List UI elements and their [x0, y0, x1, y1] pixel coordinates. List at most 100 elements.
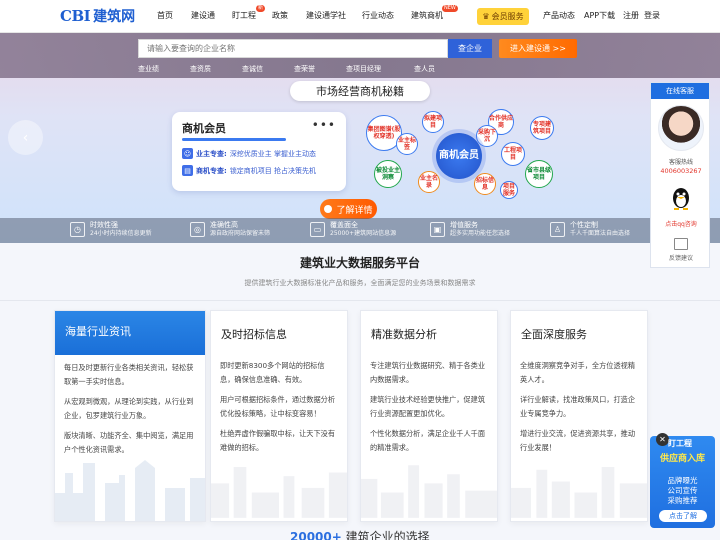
feature-title: 个性定制: [570, 221, 598, 229]
divider: [0, 300, 720, 301]
cta-text: 建筑企业的选择: [345, 530, 430, 540]
more-dots-icon: •••: [311, 118, 336, 132]
bubble-special-project: 专项建筑项目: [530, 116, 554, 140]
feature-desc: 千人千面算法自由选择: [570, 230, 631, 237]
qq-penguin-icon[interactable]: [671, 187, 691, 211]
top-navigation: CBI 建筑网 首页 建设通 盯工程 新 政策 建设通学社 行业动态 建筑商机 …: [0, 0, 720, 33]
section-subtitle: 提供建筑行业大数据标准化产品和服务，全面满足您的业务场景和数据需求: [244, 279, 476, 287]
online-service-panel: 在线客服 客服热线 4006003267 点击qq咨询 反馈建议: [650, 82, 710, 268]
bubble-project-service: 项目服务: [500, 181, 518, 199]
card-deep-service[interactable]: 全面深度服务 全维度洞察竞争对手，全方位透视精英人才。 详行业解读，找准政策风口…: [510, 310, 648, 522]
quick-link-honor[interactable]: 查荣誉: [294, 64, 315, 74]
supplier-promo-float[interactable]: ✕ 盯工程 供应商入库 品牌曝光 公司宣传 采购推荐 点击了解: [650, 433, 715, 528]
feature-title: 时效性强: [90, 221, 118, 229]
member-feature-opportunity: ▤ 商机专查: 锁定商机项目 抢占决策先机: [182, 165, 316, 176]
vip-service-button[interactable]: ♛ 会员服务: [477, 8, 529, 25]
bubble-owner-list: 业主名录: [418, 171, 440, 193]
bubble-planned-project: 拟建项目: [422, 111, 444, 133]
card-paragraph: 每日及时更新行业各类相关资讯，轻松获取第一手实时信息。: [64, 363, 194, 386]
user-icon: ♙: [550, 222, 565, 237]
feature-title: 增值服务: [450, 221, 478, 229]
gift-icon: ▣: [430, 222, 445, 237]
learn-more-button[interactable]: 了解详情: [320, 199, 377, 219]
card-title: 及时招标信息: [221, 328, 287, 341]
login-link[interactable]: 登录: [644, 10, 660, 21]
card-paragraph: 全维度洞察竞争对手，全方位透视精英人才。: [520, 361, 636, 384]
feature-timeliness: ◷ 时效性强 24小时内持续信息更新: [70, 221, 152, 238]
company-search-input[interactable]: [138, 39, 448, 58]
document-icon: ▤: [182, 165, 193, 176]
opportunity-text: 锁定商机项目 抢占决策先机: [229, 166, 317, 175]
feature-desc: 24小时内持续信息更新: [90, 230, 152, 237]
nav-item-app-download[interactable]: APP下载: [584, 10, 615, 21]
skyline-illustration: [511, 467, 647, 518]
promo-line: 采购推荐: [667, 496, 698, 505]
banner-title: 市场经营商机秘籍: [290, 81, 430, 101]
target-icon: ◎: [190, 222, 205, 237]
feature-desc: 源自政府网站保留未筛: [210, 230, 271, 237]
promo-line: 公司宣传: [667, 486, 698, 495]
nav-item-academy[interactable]: 建设通学社: [306, 10, 346, 21]
card-industry-news[interactable]: 海量行业资讯 每日及时更新行业各类相关资讯，轻松获取第一手实时信息。 从宏观到微…: [54, 310, 206, 522]
feature-desc: 25000+建筑网站信息源: [330, 230, 397, 237]
enter-jianshetong-button[interactable]: 进入建设通 >>: [499, 39, 577, 58]
card-paragraph: 建筑行业技术经验更快推广，促建筑行业资源配置更加优化。: [370, 395, 486, 418]
nav-item-jianshetong[interactable]: 建设通: [191, 10, 215, 21]
hotline-number[interactable]: 4006003267: [651, 167, 711, 175]
member-card: 商机会员 ••• ☺ 业主专查: 深挖优质业主 掌握业主动态 ▤ 商机专查: 锁…: [172, 112, 346, 191]
register-link[interactable]: 注册: [623, 10, 639, 21]
section-title: 建筑业大数据服务平台: [299, 256, 420, 270]
feature-accuracy: ◎ 准确性高 源自政府网站保留未筛: [190, 221, 270, 238]
card-bidding-info[interactable]: 及时招标信息 即时更新8300多个网站的招标信息，确保信息准确、有效。 用户可根…: [210, 310, 348, 522]
feedback-link[interactable]: 反馈建议: [651, 253, 711, 262]
card-title: 精准数据分析: [371, 328, 437, 341]
quick-link-performance[interactable]: 查业绩: [138, 64, 159, 74]
skyline-illustration: [211, 467, 347, 518]
crown-icon: ♛: [482, 12, 490, 21]
feature-coverage: ▭ 覆盖面全 25000+建筑网站信息源: [310, 221, 396, 238]
quick-link-personnel[interactable]: 查人员: [414, 64, 435, 74]
feature-desc: 超多实用功能任您选择: [450, 230, 511, 237]
bubble-bidding-info: 招标信息: [474, 173, 496, 195]
bubble-provincial-project: 省市县级项目: [525, 160, 553, 188]
new-badge: 新: [256, 5, 266, 12]
nav-item-product-news[interactable]: 产品动态: [543, 10, 575, 21]
circle-icon: [324, 205, 333, 213]
member-card-title: 商机会员: [182, 122, 226, 135]
qq-consult-link[interactable]: 点击qq咨询: [651, 219, 711, 228]
card-data-analysis[interactable]: 精准数据分析 专注建筑行业数据研究、精于各类业内数据需求。 建筑行业技术经验更快…: [360, 310, 498, 522]
nav-item-home[interactable]: 首页: [157, 10, 173, 21]
quick-link-integrity[interactable]: 查诚信: [242, 64, 263, 74]
card-paragraph: 详行业解读，找准政策风口，打造企业专属竞争力。: [520, 395, 636, 418]
online-service-title[interactable]: 在线客服: [651, 83, 709, 99]
carousel-prev-arrow[interactable]: ‹: [8, 120, 43, 155]
progress-bar: [182, 138, 286, 141]
promo-learn-button[interactable]: 点击了解: [659, 510, 707, 522]
nav-item-dinggongcheng[interactable]: 盯工程: [232, 10, 256, 21]
nav-item-policy[interactable]: 政策: [272, 10, 288, 21]
feedback-icon[interactable]: [674, 238, 688, 250]
card-title: 海量行业资讯: [55, 311, 205, 355]
card-paragraph: 杜绝弄虚作假骗取中标，让天下没有难做的招标。: [220, 429, 336, 452]
nav-item-industry-news[interactable]: 行业动态: [362, 10, 394, 21]
feature-title: 覆盖面全: [330, 221, 358, 229]
vip-service-label: 会员服务: [491, 12, 524, 21]
card-paragraph: 即时更新8300多个网站的招标信息，确保信息准确、有效。: [220, 361, 325, 384]
card-paragraph: 从宏观到微观，从理论到实践，从行业到企业，包罗建筑行业万象。: [64, 397, 194, 420]
opportunity-key: 商机专查:: [196, 166, 227, 175]
service-agent-avatar: [658, 105, 704, 151]
card-paragraph: 专注建筑行业数据研究、精于各类业内数据需求。: [370, 361, 486, 384]
hero-banner[interactable]: 查企业 进入建设通 >> 查业绩 查资质 查诚信 查荣誉 查项目经理 查人员 ‹…: [0, 33, 720, 243]
owner-text: 深挖优质业主 掌握业主动态: [229, 149, 317, 158]
card-title: 全面深度服务: [521, 328, 587, 341]
site-logo[interactable]: CBI 建筑网: [60, 6, 135, 26]
bubble-engineering-project: 工程项目: [501, 142, 525, 166]
quick-link-qualification[interactable]: 查资质: [190, 64, 211, 74]
monitor-icon: ▭: [310, 222, 325, 237]
hotline-label: 客服热线: [668, 159, 693, 166]
quick-link-project-manager[interactable]: 查项目经理: [346, 64, 381, 74]
bubble-owner-tag: 业主标签: [396, 133, 418, 155]
promo-brand: 盯工程: [668, 439, 692, 448]
nav-item-business-opportunity[interactable]: 建筑商机: [411, 10, 443, 21]
search-company-button[interactable]: 查企业: [448, 39, 492, 58]
